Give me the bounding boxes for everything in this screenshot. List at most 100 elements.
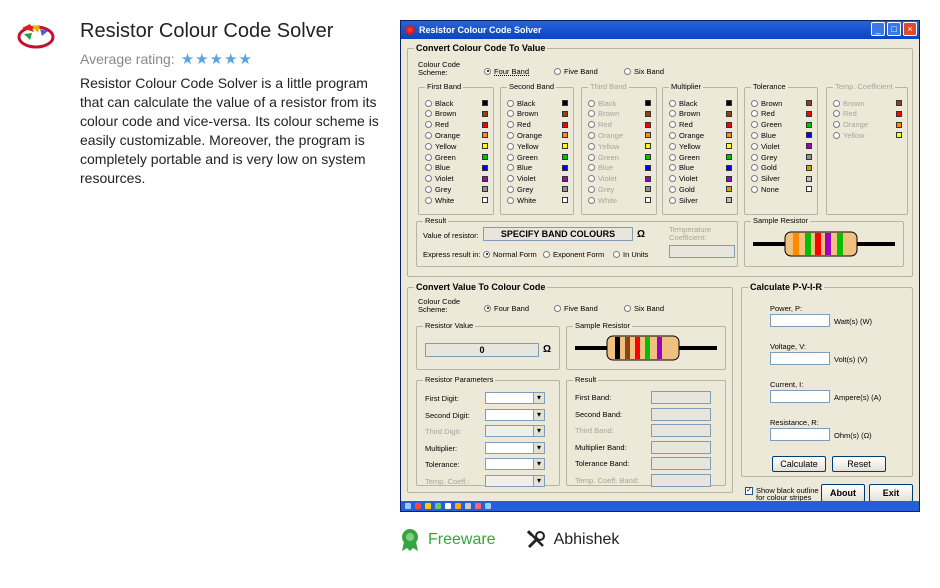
band-option[interactable]: Brown [425, 109, 456, 119]
band-option[interactable]: Brown [507, 109, 538, 119]
band-option[interactable]: Grey [588, 184, 614, 194]
param-combo[interactable] [485, 408, 545, 421]
convert-colour-to-value-group: Convert Colour Code To Value Colour Code… [407, 43, 913, 277]
param-label: Tolerance: [425, 460, 460, 469]
colour-swatch [482, 121, 488, 128]
band-option[interactable]: Orange [588, 130, 623, 140]
band-option[interactable]: Violet [507, 174, 536, 184]
param-combo[interactable] [485, 441, 545, 454]
param-combo[interactable] [485, 458, 545, 470]
band-option[interactable]: Blue [588, 163, 613, 173]
rating-stars-icon: ★★★★★ [180, 51, 253, 68]
resistor-parameters-group: Resistor Parameters First Digit: Second D… [416, 375, 560, 487]
band-option[interactable]: Red [669, 120, 693, 130]
band-option[interactable]: Red [588, 120, 612, 130]
band-option[interactable]: Red [833, 109, 857, 119]
band-option[interactable]: Orange [833, 120, 868, 130]
maximize-button[interactable]: □ [887, 22, 901, 36]
band-option[interactable]: Green [588, 152, 619, 162]
band-option[interactable]: Orange [507, 130, 542, 140]
calculate-button[interactable]: Calculate [772, 456, 826, 472]
param-combo[interactable] [485, 474, 545, 487]
band-option[interactable]: Gold [751, 163, 777, 173]
ohm-symbol: Ω [637, 229, 646, 240]
band-option[interactable]: Red [425, 120, 449, 130]
pvir-input[interactable] [770, 352, 830, 365]
band-option[interactable]: Grey [507, 184, 533, 194]
v2c-scheme-six[interactable]: Six Band [624, 303, 664, 313]
band-option[interactable]: White [425, 195, 454, 205]
resistor-value-input[interactable]: 0 [425, 343, 539, 357]
resistor-value-output: SPECIFY BAND COLOURS [483, 227, 633, 241]
exit-button[interactable]: Exit [869, 484, 913, 502]
express-units-radio[interactable]: In Units [613, 249, 648, 259]
colour-swatch [645, 121, 651, 128]
band-option[interactable]: Green [669, 152, 700, 162]
band-option[interactable]: White [588, 195, 617, 205]
freeware-badge-icon [402, 529, 418, 551]
band-option[interactable]: Yellow [425, 141, 456, 151]
band-option[interactable]: Red [507, 120, 531, 130]
band-option[interactable]: Brown [751, 98, 782, 108]
band-option[interactable]: Black [425, 98, 453, 108]
band-option[interactable]: Red [751, 109, 775, 119]
param-combo[interactable] [485, 425, 545, 437]
c2v-scheme-five[interactable]: Five Band [554, 66, 598, 76]
resistor-parameters-title: Resistor Parameters [423, 375, 496, 384]
colour-swatch [562, 154, 568, 160]
band-option[interactable]: Grey [425, 184, 451, 194]
band-option[interactable]: Black [669, 98, 697, 108]
band-option[interactable]: Violet [751, 141, 780, 151]
pvir-unit: Volt(s) (V) [834, 355, 868, 364]
param-combo[interactable] [485, 392, 545, 404]
minimize-button[interactable]: _ [871, 22, 885, 36]
band-option[interactable]: Blue [507, 163, 532, 173]
v2c-scheme-four[interactable]: Four Band [484, 303, 529, 313]
rating-label: Average rating: [80, 51, 175, 67]
band-option[interactable]: Orange [425, 130, 460, 140]
band-option[interactable]: Blue [425, 163, 450, 173]
band-option[interactable]: Grey [751, 152, 777, 162]
band-option[interactable]: Brown [669, 109, 700, 119]
band-option[interactable]: Brown [833, 98, 864, 108]
express-normal-radio[interactable]: Normal Form [483, 249, 537, 259]
colour-swatch [726, 100, 732, 106]
band-option[interactable]: White [507, 195, 536, 205]
band-option[interactable]: Green [751, 120, 782, 130]
temp-coefficient-label: Temperature Coefficient: [669, 225, 712, 242]
band-option[interactable]: Violet [588, 174, 617, 184]
v2c-scheme-five[interactable]: Five Band [554, 303, 598, 313]
band-option[interactable]: None [751, 184, 779, 194]
band-option[interactable]: Gold [669, 184, 695, 194]
result-label: First Band: [575, 393, 612, 402]
band-option[interactable]: Violet [669, 174, 698, 184]
band-option[interactable]: Green [425, 152, 456, 162]
about-button[interactable]: About [821, 484, 865, 502]
pvir-input[interactable] [770, 314, 830, 327]
band-option[interactable]: Blue [669, 163, 694, 173]
band-option[interactable]: Yellow [833, 130, 864, 140]
band-title: Third Band [588, 82, 629, 91]
c2v-scheme-four[interactable]: Four Band [484, 66, 529, 76]
pvir-unit: Watt(s) (W) [834, 317, 873, 326]
band-option[interactable]: Brown [588, 109, 619, 119]
band-option[interactable]: Yellow [669, 141, 700, 151]
close-button[interactable]: × [903, 22, 917, 36]
band-option[interactable]: Black [588, 98, 616, 108]
v2c-ohm-symbol: Ω [543, 344, 552, 355]
band-option[interactable]: Yellow [588, 141, 619, 151]
band-option[interactable]: Black [507, 98, 535, 108]
band-option[interactable]: Silver [751, 174, 780, 184]
band-option[interactable]: Violet [425, 174, 454, 184]
reset-button[interactable]: Reset [832, 456, 886, 472]
band-option[interactable]: Yellow [507, 141, 538, 151]
band-option[interactable]: Green [507, 152, 538, 162]
band-option[interactable]: Orange [669, 130, 704, 140]
show-outline-checkbox[interactable]: ✓ Show black outline for colour stripes [745, 487, 819, 501]
pvir-input[interactable] [770, 428, 830, 441]
band-option[interactable]: Silver [669, 195, 698, 205]
pvir-input[interactable] [770, 390, 830, 403]
c2v-scheme-six[interactable]: Six Band [624, 66, 664, 76]
band-option[interactable]: Blue [751, 130, 776, 140]
express-exponent-radio[interactable]: Exponent Form [543, 249, 604, 259]
